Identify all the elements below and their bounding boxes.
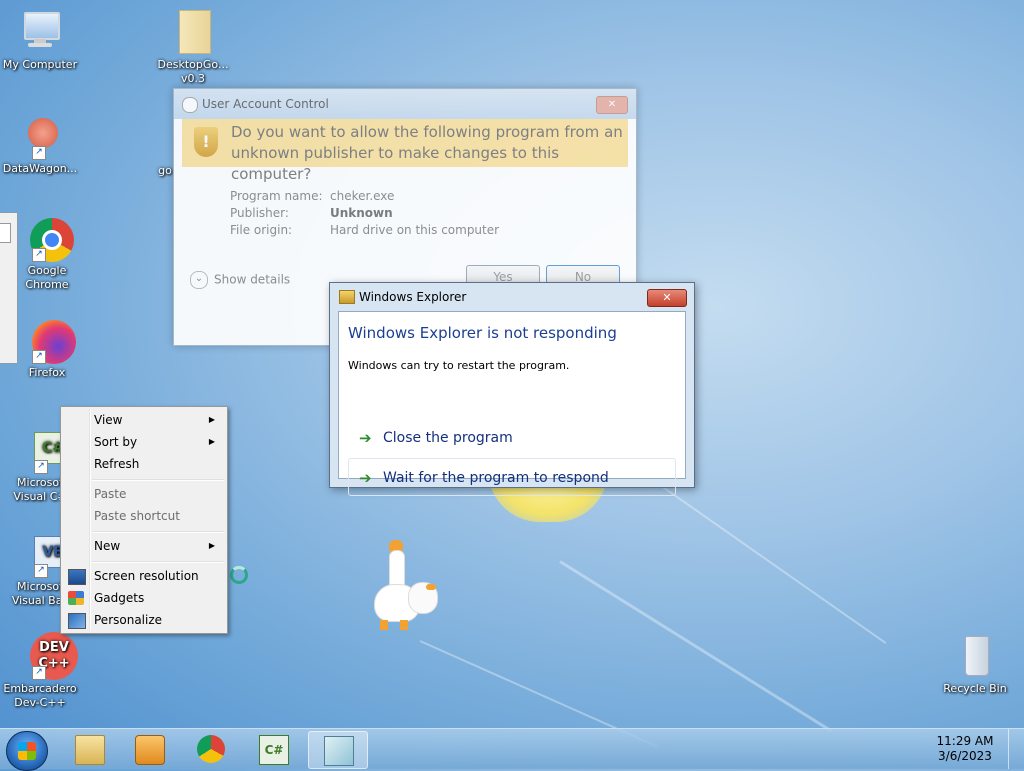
explorer-app-icon — [339, 290, 355, 304]
desktop-icon-datawagon[interactable]: ↗ DataWagon... — [0, 112, 80, 176]
wallpaper-streak — [559, 560, 833, 733]
dialog-titlebar: Windows Explorer ✕ — [330, 283, 694, 311]
menu-item-screen-resolution[interactable]: Screen resolution — [63, 565, 223, 587]
monitor-icon — [68, 569, 86, 585]
taskbar-desktop-goose[interactable] — [308, 731, 368, 769]
shortcut-arrow-icon: ↗ — [32, 350, 46, 364]
file-explorer-icon — [75, 735, 105, 765]
program-name-value: cheker.exe — [330, 189, 395, 203]
clock-date: 3/6/2023 — [938, 749, 992, 763]
system-clock[interactable]: 11:29 AM 3/6/2023 — [930, 734, 1000, 764]
submenu-arrow-icon: ▶ — [208, 437, 215, 446]
taskbar-visual-csharp[interactable]: C# — [244, 731, 302, 767]
desktop-icon-desktopgoose-folder[interactable]: DesktopGo... v0.3 — [153, 8, 233, 86]
dialog-title: Windows Explorer — [359, 290, 467, 304]
media-player-icon — [135, 735, 165, 765]
offscreen-window-edge[interactable] — [0, 212, 18, 364]
dialog-body: Windows Explorer is not responding Windo… — [338, 311, 686, 496]
file-origin-value: Hard drive on this computer — [330, 223, 500, 237]
chrome-icon: ↗ — [14, 214, 74, 262]
green-arrow-icon: ➔ — [359, 429, 372, 447]
show-desktop-button[interactable] — [1008, 729, 1024, 769]
menu-item-new[interactable]: New ▶ — [63, 535, 223, 557]
desktop-icon-my-computer[interactable]: My Computer — [0, 8, 80, 72]
devcpp-icon: DEV C++ ↗ — [16, 632, 78, 680]
firefox-icon: ↗ — [14, 316, 76, 364]
shortcut-arrow-icon: ↗ — [32, 146, 46, 160]
datawagon-icon: ↗ — [16, 112, 64, 160]
not-responding-dialog[interactable]: Windows Explorer ✕ Windows Explorer is n… — [329, 282, 695, 496]
folder-icon — [169, 8, 217, 56]
uac-warning-banner: ! Do you want to allow the following pro… — [182, 119, 628, 183]
program-name-label: Program name: — [230, 189, 323, 203]
close-program-option[interactable]: ➔ Close the program — [348, 418, 676, 456]
uac-program-info: Program name: cheker.exe Publisher: Unknow… — [230, 189, 499, 240]
computer-icon — [16, 8, 64, 56]
windows-logo-icon — [18, 742, 36, 760]
visual-csharp-icon: C# — [259, 735, 289, 765]
uac-close-button[interactable]: ✕ — [596, 96, 628, 114]
desktop-icon-recycle-bin[interactable]: Recycle Bin — [935, 632, 1015, 696]
menu-separator — [92, 531, 224, 533]
menu-item-gadgets[interactable]: Gadgets — [63, 587, 223, 609]
wallpaper-streak — [639, 470, 887, 644]
visual-csharp-icon: C# ↗ — [16, 426, 72, 474]
taskbar-media-player[interactable] — [120, 731, 178, 767]
menu-separator — [92, 479, 224, 481]
uac-title: User Account Control — [202, 97, 329, 111]
desktop-context-menu[interactable]: View ▶ Sort by ▶ Refresh Paste Paste short… — [60, 406, 228, 634]
personalize-icon — [68, 613, 86, 629]
shield-warning-icon: ! — [194, 127, 218, 157]
menu-separator — [92, 561, 224, 563]
taskbar: C# 11:29 AM 3/6/2023 — [0, 728, 1024, 771]
show-details-toggle[interactable]: ⌄ Show details — [190, 271, 290, 289]
desktop-goose — [370, 540, 450, 632]
menu-item-paste-shortcut[interactable]: Paste shortcut — [63, 505, 223, 527]
busy-cursor-icon — [230, 566, 248, 584]
dialog-message: Windows can try to restart the program. — [348, 359, 570, 372]
menu-item-paste[interactable]: Paste — [63, 483, 223, 505]
file-origin-label: File origin: — [230, 223, 293, 237]
menu-item-view[interactable]: View ▶ — [63, 409, 223, 431]
submenu-arrow-icon: ▶ — [208, 415, 215, 424]
shortcut-arrow-icon: ↗ — [34, 460, 48, 474]
menu-item-personalize[interactable]: Personalize — [63, 609, 223, 631]
shortcut-arrow-icon: ↗ — [34, 564, 48, 578]
publisher-value: Unknown — [330, 206, 393, 220]
submenu-arrow-icon: ▶ — [208, 541, 215, 550]
menu-item-refresh[interactable]: Refresh — [63, 453, 223, 475]
chrome-icon — [197, 735, 225, 763]
show-details-label: Show details — [214, 272, 291, 287]
uac-app-icon — [182, 97, 198, 113]
shortcut-arrow-icon: ↗ — [32, 666, 46, 680]
taskbar-chrome[interactable] — [182, 731, 240, 767]
chevron-down-icon: ⌄ — [190, 271, 208, 289]
gadgets-icon — [68, 591, 84, 605]
publisher-label: Publisher: — [230, 206, 289, 220]
visual-basic-icon: VB ↗ — [16, 530, 72, 578]
recycle-bin-icon — [951, 632, 999, 680]
green-arrow-icon: ➔ — [359, 469, 372, 487]
wait-for-program-option[interactable]: ➔ Wait for the program to respond — [348, 458, 676, 496]
uac-titlebar: User Account Control ✕ — [174, 89, 636, 119]
start-button[interactable] — [6, 731, 48, 771]
desktop-goose-icon — [324, 736, 354, 766]
clock-time: 11:29 AM — [936, 734, 994, 748]
taskbar-file-explorer[interactable] — [60, 731, 118, 767]
desktop-icon-devcpp[interactable]: DEV C++ ↗ Embarcadero Dev-C++ — [0, 632, 80, 710]
dialog-heading: Windows Explorer is not responding — [348, 324, 617, 342]
uac-question: Do you want to allow the following progr… — [231, 123, 623, 183]
menu-item-sort-by[interactable]: Sort by ▶ — [63, 431, 223, 453]
dialog-close-button[interactable]: ✕ — [647, 289, 687, 307]
shortcut-arrow-icon: ↗ — [32, 248, 46, 262]
